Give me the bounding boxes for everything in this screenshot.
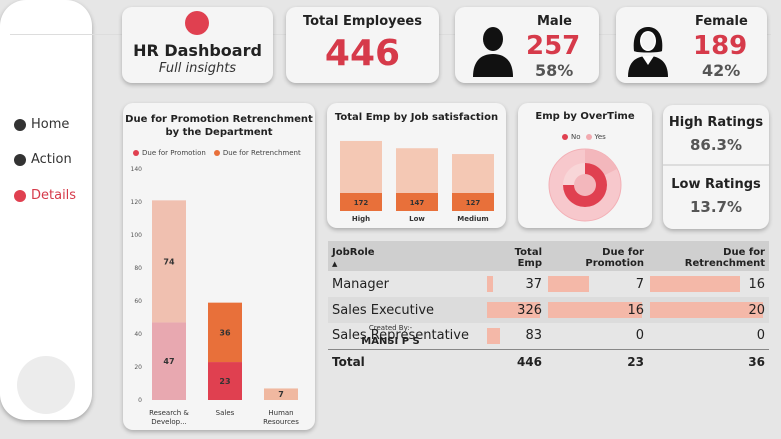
- promotion-cell: 7: [546, 271, 648, 297]
- total-emp-cell: 326: [485, 297, 546, 323]
- details-dot-icon: [14, 189, 26, 202]
- y-tick-label: 20: [134, 364, 142, 371]
- table-total-row: Total 446 23 36: [328, 348, 769, 375]
- female-label: Female: [695, 14, 748, 29]
- y-tick-label: 60: [134, 298, 142, 305]
- overtime-chart-card: Emp by OverTime No Yes: [518, 103, 652, 228]
- column-header-retrenchment[interactable]: Due for Retrenchment: [648, 241, 769, 271]
- promotion-bar-chart: 0 20 40 60 80 100 120 140 47 74 Research &Develop.…: [131, 166, 300, 426]
- y-tick-label: 40: [134, 331, 142, 338]
- x-tick-label: Low: [409, 215, 425, 223]
- male-percentage: 58%: [535, 61, 574, 80]
- data-label: 23: [219, 377, 230, 386]
- action-dot-icon: [14, 153, 26, 166]
- male-card: Male 257 58%: [455, 7, 599, 83]
- total-emp-cell: 83: [485, 323, 546, 349]
- navigation-panel: Navigation Home Action Details Created B…: [0, 0, 771, 420]
- y-tick-label: 140: [131, 166, 143, 173]
- promotion-sum: 23: [546, 348, 648, 375]
- cell-data-bar: [487, 276, 493, 292]
- low-ratings-value: 13.7%: [689, 198, 743, 216]
- y-tick-label: 100: [131, 232, 143, 239]
- y-tick-label: 0: [138, 397, 142, 404]
- table-row[interactable]: Sales Representative 83 0 0: [328, 323, 769, 349]
- x-tick-label: Develop...: [151, 418, 187, 426]
- jobrole-cell: Sales Executive: [328, 297, 485, 323]
- satisfaction-bar-chart: 172 High 147 Low 127 Medium: [340, 140, 494, 223]
- nav-item-label: Action: [31, 152, 72, 167]
- column-header-total-emp[interactable]: Total Emp: [485, 241, 546, 271]
- female-percentage: 42%: [702, 61, 741, 80]
- promotion-cell: 0: [635, 328, 644, 344]
- avatar: [17, 356, 75, 414]
- nav-item-home[interactable]: Home: [14, 117, 69, 132]
- page-title: HR Dashboard: [133, 41, 262, 60]
- jobrole-table: JobRole ▲ Total Emp Due for Promotion Due…: [328, 241, 769, 375]
- cell-data-bar: [650, 276, 741, 292]
- low-ratings-label: Low Ratings: [671, 177, 761, 192]
- ratings-card: High Ratings 86.3% Low Ratings 13.7%: [663, 105, 769, 229]
- male-value: 257: [526, 31, 581, 61]
- female-person-icon: [628, 27, 668, 77]
- cell-data-bar: [487, 328, 501, 344]
- nav-item-action[interactable]: Action: [14, 152, 72, 167]
- logo-circle-icon: [185, 11, 209, 35]
- table-row[interactable]: Sales Executive 326 16 20: [328, 297, 769, 323]
- nav-item-label: Home: [31, 117, 70, 132]
- column-header-promotion[interactable]: Due for Promotion: [546, 241, 648, 271]
- data-label: 74: [163, 257, 175, 266]
- x-tick-label: High: [352, 215, 370, 223]
- y-tick-label: 80: [134, 265, 142, 272]
- promotion-retrenchment-chart-card: Due for Promotion Retrenchment by the De…: [123, 103, 315, 430]
- table-row[interactable]: Manager 37 7 16: [328, 271, 769, 297]
- x-tick-label: Sales: [216, 409, 235, 417]
- cell-data-bar: [548, 276, 590, 292]
- data-label: 172: [354, 199, 369, 207]
- total-employees-label: Total Employees: [302, 14, 422, 29]
- data-label: 127: [466, 199, 481, 207]
- high-ratings-value: 86.3%: [689, 136, 743, 154]
- jobrole-cell: Sales Representative: [332, 328, 469, 344]
- home-dot-icon: [14, 118, 26, 131]
- x-tick-label: Resources: [263, 418, 299, 426]
- page-subtitle: Full insights: [158, 61, 237, 76]
- x-tick-label: Research &: [149, 409, 189, 417]
- nav-item-label: Details: [31, 188, 77, 203]
- jobrole-cell: Manager: [332, 276, 389, 292]
- sort-caret-icon: ▲: [332, 260, 338, 268]
- retrenchment-cell: 20: [648, 297, 769, 323]
- retrenchment-cell: 0: [756, 328, 765, 344]
- dashboard-title-card: HR Dashboard Full insights: [122, 7, 273, 83]
- y-tick-label: 120: [131, 199, 143, 206]
- data-label: 36: [219, 328, 231, 337]
- data-label: 7: [278, 390, 284, 399]
- total-label-cell: Total: [328, 348, 485, 375]
- female-value: 189: [693, 31, 748, 61]
- female-card: Female 189 42%: [616, 7, 767, 83]
- retrenchment-sum: 36: [648, 348, 769, 375]
- total-employees-card: Total Employees 446: [286, 7, 439, 83]
- male-label: Male: [537, 14, 572, 29]
- cell-data-bar: [650, 302, 763, 318]
- data-label: 47: [163, 357, 174, 366]
- column-header-jobrole[interactable]: JobRole ▲: [328, 241, 485, 271]
- x-tick-label: Medium: [457, 215, 488, 223]
- high-ratings-label: High Ratings: [668, 115, 764, 130]
- x-tick-label: Human: [268, 409, 293, 417]
- overtime-donut-chart: [548, 148, 622, 222]
- promotion-cell: 16: [546, 297, 648, 323]
- data-label: 147: [410, 199, 425, 207]
- total-emp-cell: 37: [485, 271, 546, 297]
- total-employees-value: 446: [324, 33, 401, 74]
- retrenchment-cell: 16: [648, 271, 769, 297]
- male-person-icon: [473, 27, 513, 77]
- total-emp-sum: 446: [485, 348, 546, 375]
- ratings-divider: [663, 164, 769, 166]
- job-satisfaction-chart-card: Total Emp by Job satisfaction 172 High 147…: [327, 103, 506, 228]
- nav-item-details[interactable]: Details: [14, 188, 76, 203]
